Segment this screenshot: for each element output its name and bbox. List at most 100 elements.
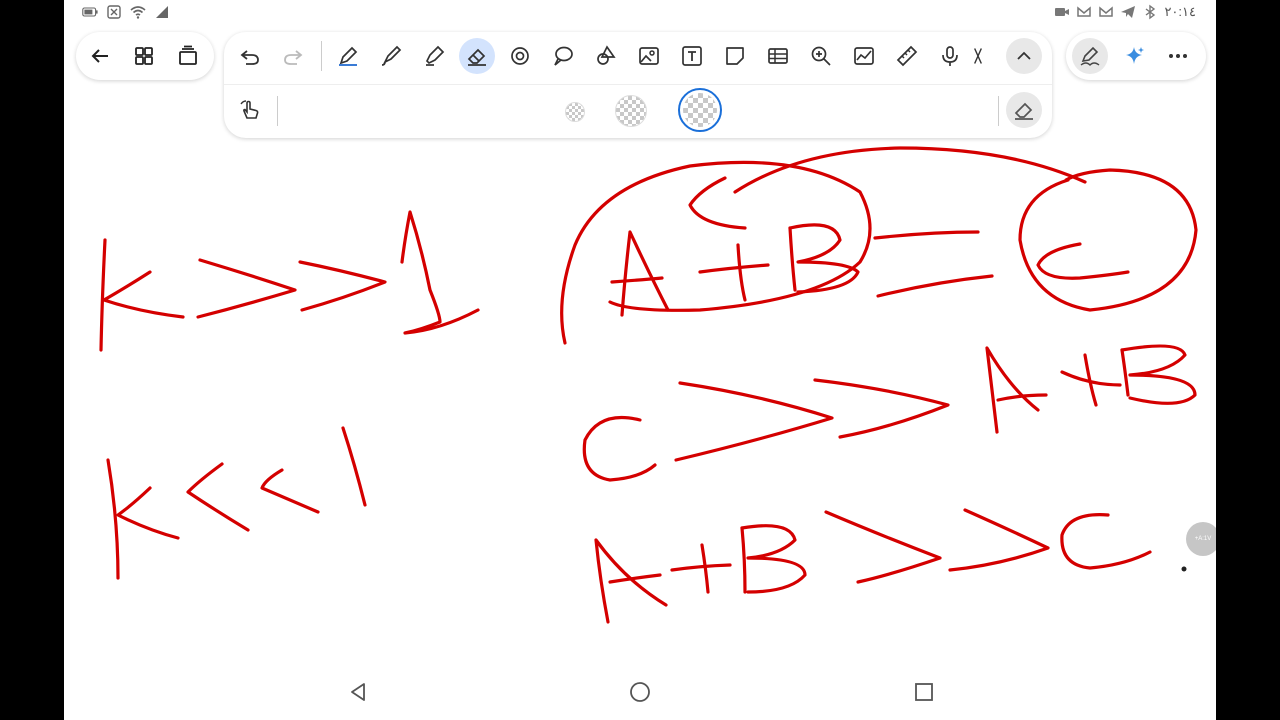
pen-tool-button[interactable] [330,38,366,74]
eraser-size-large-swatch [683,93,717,127]
ink-stroke [736,243,747,302]
ink-stroke [873,230,980,240]
collapse-toolbar-button[interactable] [1006,38,1042,74]
chart-icon [854,47,874,65]
clear-eraser-button[interactable] [1006,92,1042,128]
ink-stroke [948,508,1050,572]
toolbar-separator [321,41,322,71]
sticky-note-tool-button[interactable] [717,38,753,74]
status-left [82,4,170,20]
brush-tool-button[interactable] [373,38,409,74]
toolbar-separator [277,96,278,126]
ink-stroke [674,381,834,462]
scissors-tool-button[interactable] [968,38,988,74]
ink-stroke [1120,348,1130,397]
nav-recents-button[interactable] [910,678,938,706]
highlighter-tool-button[interactable] [416,38,452,74]
ink-stroke [1060,370,1122,387]
touch-mode-button[interactable] [232,92,268,128]
eraser-tool-button[interactable] [459,38,495,74]
floating-bubble[interactable]: +A:1V [1186,522,1216,556]
eraser-size-large[interactable] [678,88,722,132]
pen-settings-button[interactable] [1072,38,1108,74]
sticky-note-icon [726,47,744,65]
gmail-icon [1077,6,1092,17]
nav-back-button[interactable] [344,678,372,706]
eraser-icon [467,48,486,66]
ink-stroke [620,230,670,317]
toolbar-separator [998,96,999,126]
ink-stroke [740,526,747,594]
lasso-icon [511,47,529,65]
ink-strokes [99,146,1198,624]
shapes-tool-button[interactable] [588,38,624,74]
lasso-tool-button[interactable] [502,38,538,74]
ruler-tool-button[interactable] [889,38,925,74]
more-button[interactable] [1160,38,1196,74]
ink-stroke [733,146,1087,194]
floating-bubble-label: +A:1V [1194,536,1212,542]
redo-icon [284,50,303,65]
collapse-up-icon [1017,51,1031,60]
ink-stroke [341,426,367,507]
back-button[interactable] [82,38,118,74]
image-icon [639,47,659,65]
pen-settings-icon [1080,46,1100,66]
pages-grid-button[interactable] [126,38,162,74]
redo-button[interactable] [275,38,311,74]
text-tool-button[interactable] [674,38,710,74]
back-triangle-icon [351,683,365,701]
camera-icon [1055,8,1070,16]
clear-eraser-icon [1014,102,1033,120]
ruler-icon [896,45,918,67]
toolbar-divider [224,84,1052,85]
home-circle-icon [630,682,650,702]
undo-button[interactable] [232,38,268,74]
ink-stroke [1120,344,1197,405]
scissors-icon [974,48,982,64]
ink-stroke [582,415,657,482]
pen-cursor-dot [1181,566,1187,572]
microphone-icon [942,46,958,66]
page-view-icon [179,45,197,65]
ink-stroke [400,210,480,335]
nav-toolbar [76,32,214,80]
back-arrow-icon [91,49,108,63]
comment-tool-button[interactable] [545,38,581,74]
microphone-tool-button[interactable] [932,38,968,74]
chart-tool-button[interactable] [846,38,882,74]
more-icon [1169,54,1187,58]
ink-stroke [670,563,732,572]
ink-stroke [608,573,662,584]
battery-icon [82,7,98,17]
image-tool-button[interactable] [631,38,667,74]
wifi-icon [130,6,146,19]
text-icon [682,46,702,66]
ink-stroke [298,260,387,312]
ink-stroke [876,274,994,298]
table-icon [768,48,788,64]
system-nav-bar [64,670,1216,714]
right-toolbar [1066,32,1206,80]
ink-stroke [1036,242,1130,280]
sim-off-icon [107,5,121,19]
ink-stroke [1060,513,1152,570]
pages-grid-icon [135,47,153,65]
status-time: ٢٠:١٤ [1164,4,1196,19]
ink-stroke [106,458,120,580]
eraser-size-medium[interactable] [615,95,647,127]
brush-icon [381,45,402,66]
ai-assistant-button[interactable] [1116,38,1152,74]
pen-icon [339,46,358,66]
ink-stroke [985,346,1040,434]
status-bar: ٢٠:١٤ [64,0,1216,28]
zoom-tool-button[interactable] [803,38,839,74]
page-view-button[interactable] [170,38,206,74]
table-tool-button[interactable] [760,38,796,74]
ink-stroke [688,176,747,230]
ink-stroke [102,270,185,319]
telegram-icon [1121,6,1136,18]
nav-home-button[interactable] [626,678,654,706]
eraser-size-small[interactable] [565,102,585,122]
ink-stroke [700,543,710,594]
